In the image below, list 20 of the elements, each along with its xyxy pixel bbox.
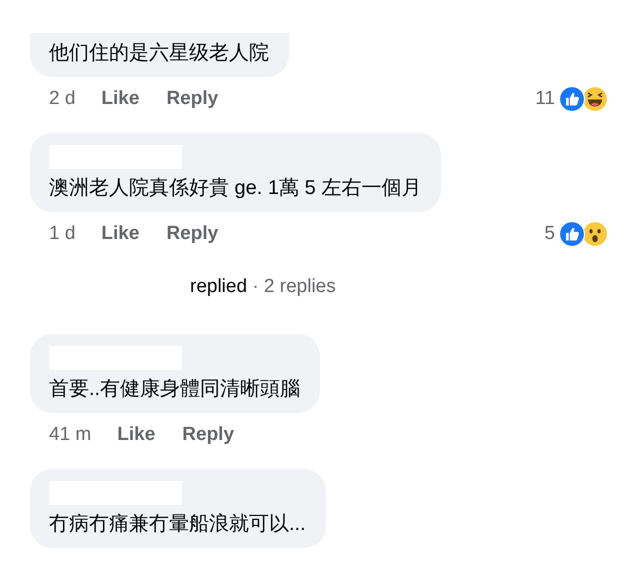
reply-link[interactable]: Reply xyxy=(166,223,218,245)
comment-text: 首要..有健康身體同清晰頭腦 xyxy=(49,377,300,402)
like-link[interactable]: Like xyxy=(117,424,156,446)
reaction-count: 5 xyxy=(544,223,555,245)
comment-text: 他们住的是六星级老人院 xyxy=(49,41,269,66)
thumbs-up-icon xyxy=(559,221,585,247)
like-link[interactable]: Like xyxy=(101,88,140,110)
timestamp: 41 m xyxy=(49,424,92,446)
reaction-count: 11 xyxy=(535,88,555,110)
reply-link[interactable]: Reply xyxy=(166,88,218,110)
surprised-emoji-icon xyxy=(582,221,608,247)
timestamp: 2 d xyxy=(49,88,76,110)
like-link[interactable]: Like xyxy=(101,223,140,245)
timestamp: 1 d xyxy=(49,223,76,245)
thumbs-up-icon xyxy=(559,86,585,112)
comment-text: 冇病冇痛兼冇暈船浪就可以... xyxy=(49,512,306,537)
laughing-emoji-icon xyxy=(582,86,608,112)
replies-link[interactable]: replied · 2 replies xyxy=(190,276,336,298)
reply-link[interactable]: Reply xyxy=(182,424,234,446)
comment-text: 澳洲老人院真係好貴 ge. 1萬 5 左右一個月 xyxy=(49,176,422,201)
